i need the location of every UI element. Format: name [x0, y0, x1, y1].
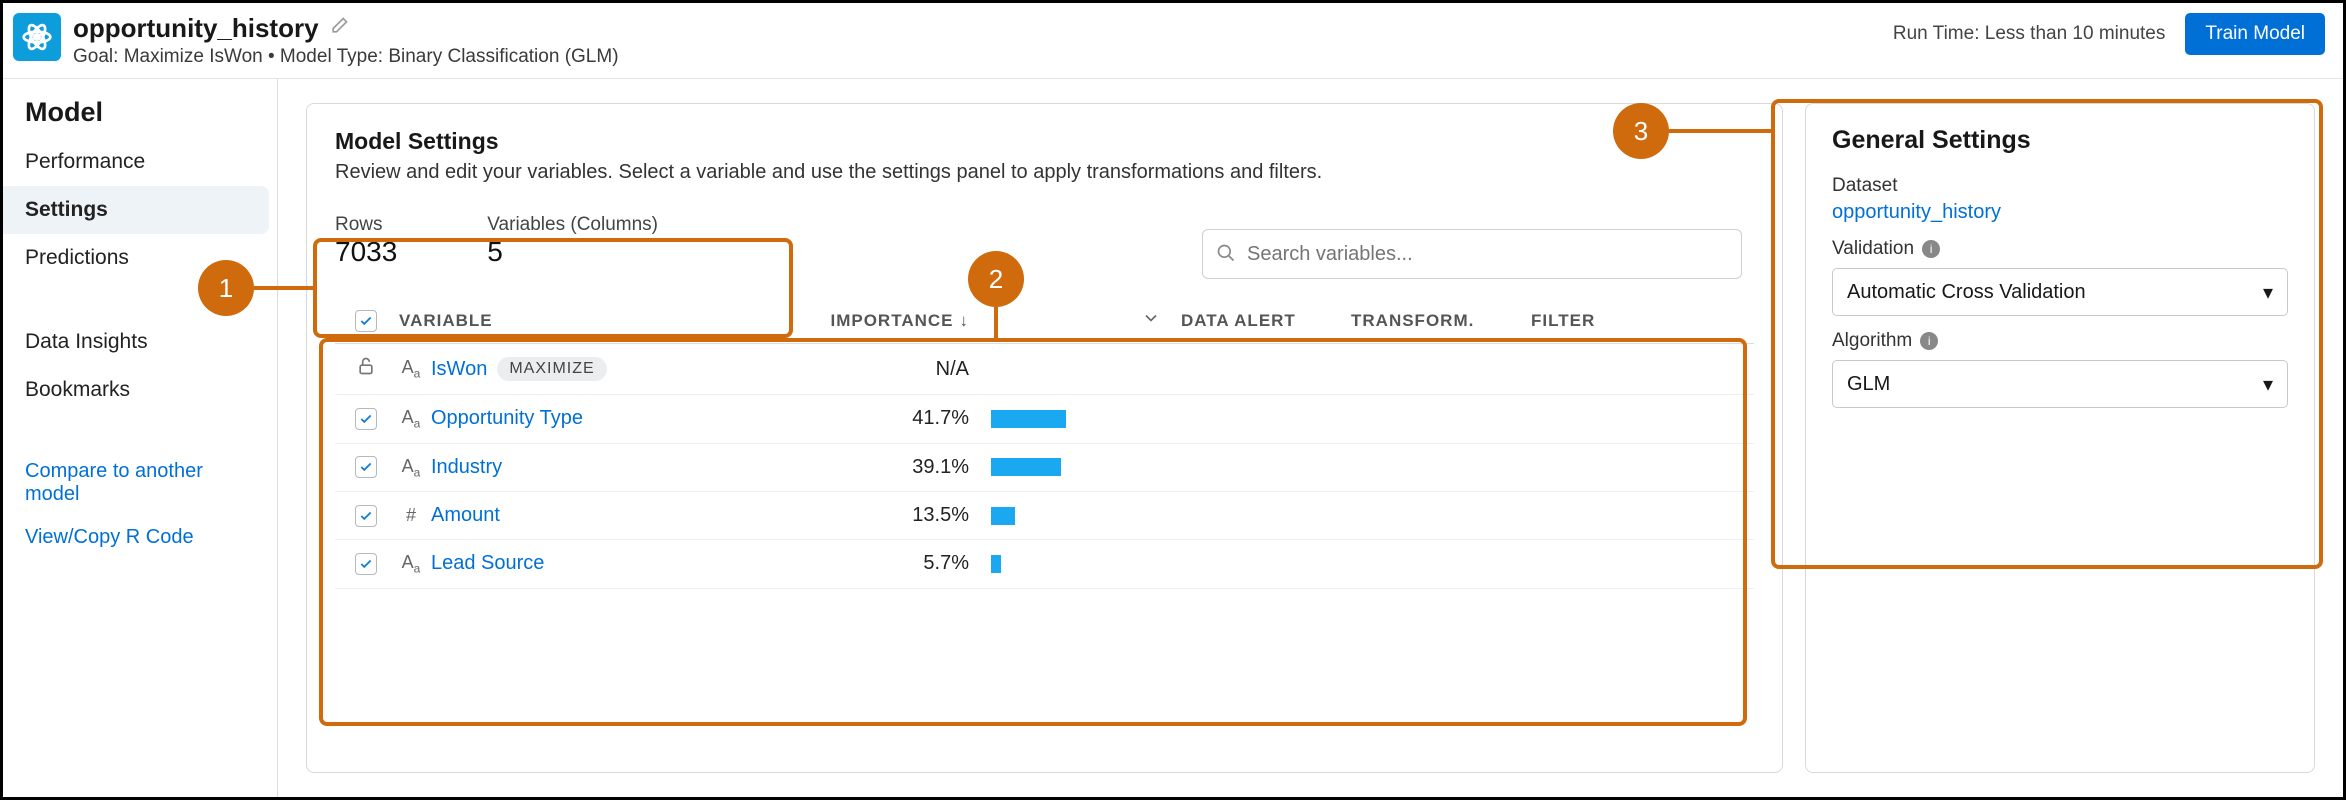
page-subtitle: Goal: Maximize IsWon • Model Type: Binar…: [73, 46, 1893, 68]
importance-value: 41.7%: [721, 407, 991, 430]
row-checkbox[interactable]: [355, 456, 377, 478]
variable-link[interactable]: Amount: [431, 504, 500, 527]
sidebar: Model Performance Settings Predictions D…: [3, 79, 278, 797]
importance-value: 39.1%: [721, 456, 991, 479]
callout-connector: [994, 307, 998, 339]
table-row[interactable]: AaIsWon MAXIMIZE N/A: [335, 344, 1754, 395]
callout-badge-2: 2: [968, 251, 1024, 307]
search-icon: [1216, 243, 1236, 268]
col-header-transform[interactable]: TRANSFORM.: [1351, 311, 1531, 331]
train-model-button[interactable]: Train Model: [2185, 13, 2325, 55]
select-all-checkbox[interactable]: [355, 310, 377, 332]
search-input[interactable]: [1202, 229, 1742, 279]
nav-settings[interactable]: Settings: [3, 186, 269, 234]
type-icon: Aa: [391, 552, 431, 576]
importance-bar: [991, 458, 1061, 476]
type-icon: Aa: [391, 456, 431, 480]
table-row[interactable]: AaOpportunity Type 41.7%: [335, 395, 1754, 444]
chevron-down-icon: ▾: [2263, 372, 2273, 397]
col-header-filter[interactable]: FILTER: [1531, 311, 1651, 331]
settings-title: Model Settings: [335, 128, 1754, 155]
table-row[interactable]: #Amount 13.5%: [335, 492, 1754, 540]
model-settings-card: Model Settings Review and edit your vari…: [306, 103, 1783, 773]
general-settings-card: General Settings Dataset opportunity_his…: [1805, 103, 2315, 773]
row-checkbox[interactable]: [355, 505, 377, 527]
importance-value: 5.7%: [721, 552, 991, 575]
importance-bar: [991, 507, 1015, 525]
algorithm-select[interactable]: GLM▾: [1832, 360, 2288, 408]
variable-link[interactable]: IsWon: [431, 358, 487, 381]
sidebar-heading: Model: [3, 97, 277, 138]
col-header-variable[interactable]: VARIABLE: [391, 311, 721, 331]
topbar: opportunity_history Goal: Maximize IsWon…: [3, 3, 2343, 79]
runtime-text: Run Time: Less than 10 minutes: [1893, 23, 2165, 45]
type-icon: Aa: [391, 407, 431, 431]
vars-label: Variables (Columns): [487, 214, 658, 236]
col-header-data-alert[interactable]: DATA ALERT: [1181, 311, 1351, 331]
chevron-down-icon: ▾: [2263, 280, 2273, 305]
callout-badge-3: 3: [1613, 103, 1669, 159]
link-view-r-code[interactable]: View/Copy R Code: [3, 516, 277, 559]
importance-value: 13.5%: [721, 504, 991, 527]
link-compare-model[interactable]: Compare to another model: [3, 450, 277, 516]
row-checkbox[interactable]: [355, 408, 377, 430]
validation-select[interactable]: Automatic Cross Validation▾: [1832, 268, 2288, 316]
callout-connector: [1669, 129, 1772, 133]
maximize-badge: MAXIMIZE: [497, 357, 606, 381]
settings-desc: Review and edit your variables. Select a…: [335, 161, 1754, 184]
page-title: opportunity_history: [73, 13, 319, 44]
col-header-importance[interactable]: IMPORTANCE↓: [721, 311, 991, 331]
importance-value: N/A: [721, 358, 991, 381]
importance-bar: [991, 410, 1066, 428]
variable-link[interactable]: Industry: [431, 456, 502, 479]
variable-link[interactable]: Lead Source: [431, 552, 544, 575]
importance-bar: [991, 555, 1001, 573]
validation-label: Validationi: [1832, 238, 2288, 260]
vars-value: 5: [487, 236, 658, 268]
callout-badge-1: 1: [198, 260, 254, 316]
general-title: General Settings: [1832, 126, 2288, 155]
rows-value: 7033: [335, 236, 397, 268]
nav-data-insights[interactable]: Data Insights: [3, 318, 277, 366]
row-checkbox[interactable]: [355, 553, 377, 575]
sort-desc-icon: ↓: [960, 311, 970, 331]
info-icon[interactable]: i: [1922, 240, 1940, 258]
table-row[interactable]: AaLead Source 5.7%: [335, 540, 1754, 589]
app-icon: [13, 13, 61, 61]
dataset-link[interactable]: opportunity_history: [1832, 201, 2288, 224]
type-icon: Aa: [391, 357, 431, 381]
edit-icon[interactable]: [329, 16, 349, 41]
nav-bookmarks[interactable]: Bookmarks: [3, 366, 277, 414]
nav-performance[interactable]: Performance: [3, 138, 277, 186]
table-row[interactable]: AaIndustry 39.1%: [335, 444, 1754, 493]
lock-icon: [356, 356, 376, 382]
variables-table: VARIABLE IMPORTANCE↓ DATA ALERT TRANSFOR…: [335, 298, 1754, 589]
expand-icon[interactable]: [1121, 308, 1181, 333]
variable-link[interactable]: Opportunity Type: [431, 407, 583, 430]
info-icon[interactable]: i: [1920, 332, 1938, 350]
callout-connector: [254, 286, 314, 290]
algorithm-label: Algorithmi: [1832, 330, 2288, 352]
dataset-label: Dataset: [1832, 175, 2288, 197]
type-icon: #: [391, 505, 431, 526]
rows-label: Rows: [335, 214, 397, 236]
